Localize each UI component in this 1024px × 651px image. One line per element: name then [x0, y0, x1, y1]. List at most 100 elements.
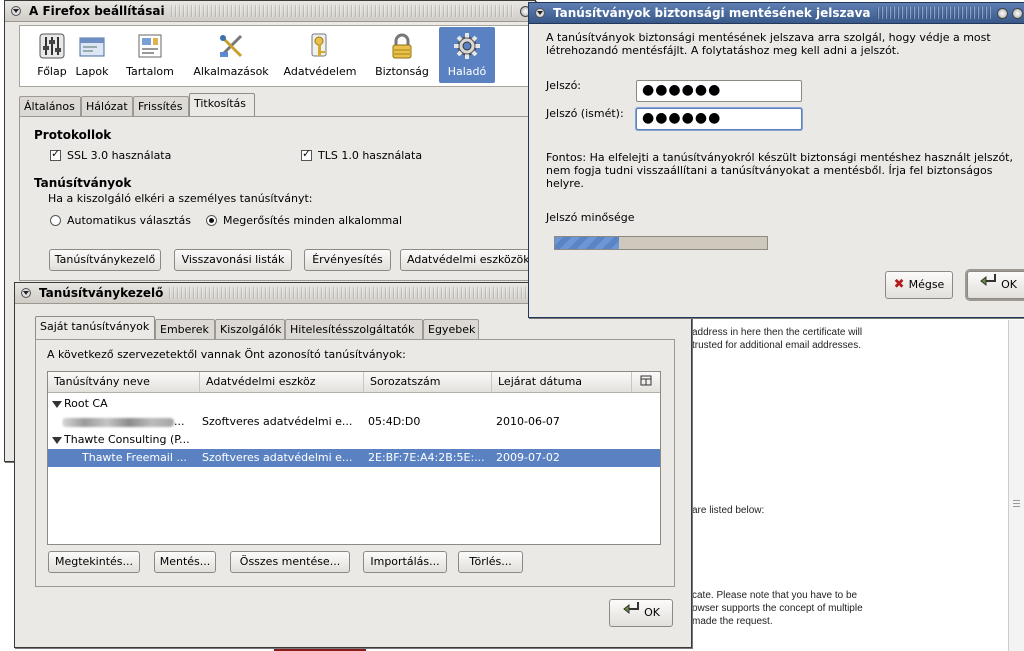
- auto-select-label: Automatikus választás: [67, 214, 191, 227]
- expanded-twisty-icon[interactable]: [52, 401, 62, 408]
- delete-button[interactable]: Törlés...: [458, 551, 523, 573]
- toolbar-label: Alkalmazások: [193, 65, 269, 78]
- scrollbar-grip-icon: [1013, 500, 1020, 508]
- column-header[interactable]: Tanúsítvány neve: [48, 372, 200, 393]
- tree-row-cert-selected[interactable]: Thawte Freemail ... Szoftveres adatvédel…: [48, 449, 660, 467]
- cancel-button[interactable]: ✖ Mégse: [885, 271, 953, 299]
- cert-description: A következő szervezetektől vannak Önt az…: [47, 348, 406, 361]
- tab-general[interactable]: Általános: [19, 96, 81, 116]
- ssl3-checkbox[interactable]: [50, 147, 61, 161]
- cert-manager-ok-button[interactable]: OK: [609, 599, 673, 627]
- password-again-field[interactable]: ●●●●●●: [636, 108, 802, 130]
- tab-others[interactable]: Egyebek: [423, 319, 479, 339]
- background-text: are listed below:: [692, 505, 765, 516]
- group-name: Root CA: [52, 395, 352, 413]
- toolbar-label: Tartalom: [126, 65, 174, 78]
- backup-dialog-titlebar[interactable]: Tanúsítványok biztonsági mentésének jels…: [529, 3, 1024, 24]
- cert-name-cell: ...: [62, 413, 202, 431]
- toolbar-tabs[interactable]: Lapok: [61, 27, 123, 83]
- cancel-x-icon: ✖: [893, 277, 905, 292]
- security-devices-button[interactable]: Adatvédelmi eszközök: [400, 249, 535, 271]
- toolbar-security[interactable]: Biztonság: [369, 27, 435, 83]
- tab-update[interactable]: Frissítés: [133, 96, 189, 116]
- tree-row-group[interactable]: Thawte Consulting (P...: [48, 431, 660, 449]
- padlock-icon: [392, 33, 412, 59]
- intro-text: létrehozandó mentésfájlt. A folytatáshoz…: [546, 44, 900, 57]
- applications-icon: [219, 34, 243, 58]
- cert-tabs: Saját tanúsítványok Emberek Kiszolgálók …: [35, 316, 675, 340]
- tab-encryption[interactable]: Titkosítás: [189, 93, 255, 116]
- gear-icon: [454, 33, 480, 59]
- tab-authorities[interactable]: Hitelesítésszolgáltatók: [285, 319, 423, 339]
- expanded-twisty-icon[interactable]: [52, 437, 62, 444]
- revocation-lists-button[interactable]: Visszavonási listák: [174, 249, 292, 271]
- toolbar-applications[interactable]: Alkalmazások: [193, 27, 269, 83]
- password-again-label: Jelszó (ismét):: [546, 107, 624, 120]
- password-label: Jelszó:: [546, 79, 582, 92]
- cert-device-cell: Szoftveres adatvédelmi e...: [202, 415, 353, 428]
- window-title: Tanúsítványok biztonsági mentésének jels…: [553, 6, 871, 20]
- ok-label: OK: [644, 606, 660, 619]
- window-menu-icon[interactable]: [21, 288, 31, 298]
- cert-device-cell: Szoftveres adatvédelmi e...: [202, 451, 353, 464]
- import-button[interactable]: Importálás...: [363, 551, 447, 573]
- warning-text: helyre.: [546, 177, 584, 190]
- column-header[interactable]: Lejárat dátuma: [492, 372, 632, 393]
- close-icon[interactable]: [1012, 7, 1023, 19]
- toolbar-content[interactable]: Tartalom: [119, 27, 181, 83]
- view-button[interactable]: Megtekintés...: [48, 551, 140, 573]
- privacy-key-icon: [311, 33, 327, 57]
- view-certificates-button[interactable]: Tanúsítványkezelő: [49, 249, 161, 271]
- toolbar-advanced[interactable]: Haladó: [439, 27, 495, 83]
- background-text: trusted for additional email addresses.: [692, 340, 861, 351]
- tab-your-certificates[interactable]: Saját tanúsítványok: [35, 316, 155, 339]
- toolbar-privacy[interactable]: Adatvédelem: [281, 27, 359, 83]
- window-menu-icon[interactable]: [535, 8, 545, 18]
- certificate-manager-window: Tanúsítványkezelő Saját tanúsítványok Em…: [14, 282, 692, 648]
- backup-all-button[interactable]: Összes mentése...: [230, 551, 350, 573]
- background-scrollbar[interactable]: [1008, 320, 1024, 651]
- certificates-prompt: Ha a kiszolgáló elkéri a személyes tanús…: [48, 192, 313, 205]
- window-menu-icon[interactable]: [11, 6, 21, 16]
- tree-row-group[interactable]: Root CA: [48, 395, 660, 413]
- tree-row-cert[interactable]: ... Szoftveres adatvédelmi e... 05:4D:D0…: [48, 413, 660, 431]
- titlebar-grip: [876, 7, 991, 19]
- group-label: Thawte Consulting (P...: [64, 433, 190, 446]
- toolbar-label: Adatvédelem: [283, 65, 357, 78]
- cancel-label: Mégse: [908, 278, 945, 291]
- minimize-icon[interactable]: [997, 7, 1008, 19]
- window-title: A Firefox beállításai: [29, 4, 165, 18]
- background-text: cate. Please note that you have to be: [692, 590, 858, 601]
- tls1-checkbox[interactable]: [301, 147, 312, 161]
- password-quality-fill: [555, 237, 619, 249]
- tab-people[interactable]: Emberek: [155, 319, 215, 339]
- background-text: address in here then the certificate wil…: [692, 327, 863, 338]
- cert-name-cell: Thawte Freemail ...: [82, 451, 187, 464]
- password-quality-label: Jelszó minősége: [546, 211, 635, 224]
- validation-button[interactable]: Érvényesítés: [304, 249, 391, 271]
- column-header[interactable]: Adatvédelmi eszköz: [200, 372, 364, 393]
- group-name: Thawte Consulting (P...: [52, 431, 200, 449]
- group-label: Root CA: [64, 397, 108, 410]
- toolbar-label: Biztonság: [375, 65, 429, 78]
- ok-arrow-icon: [622, 600, 640, 626]
- tab-servers[interactable]: Kiszolgálók: [215, 319, 285, 339]
- tab-network[interactable]: Hálózat: [81, 96, 133, 116]
- backup-button[interactable]: Mentés...: [154, 551, 216, 573]
- protocols-heading: Protokollok: [34, 128, 112, 142]
- certificates-heading: Tanúsítványok: [34, 176, 132, 190]
- background-text: made the request.: [692, 616, 773, 627]
- auto-select-radio[interactable]: [50, 215, 61, 226]
- column-picker-icon[interactable]: [632, 372, 660, 393]
- password-field[interactable]: ●●●●●●: [636, 80, 802, 102]
- advanced-tabs: Általános Hálózat Frissítés Titkosítás: [19, 93, 535, 117]
- preferences-titlebar[interactable]: A Firefox beállításai: [5, 1, 535, 22]
- cert-expiry-cell: 2009-07-02: [496, 451, 560, 464]
- cert-serial-cell: 05:4D:D0: [368, 415, 421, 428]
- ask-every-time-radio[interactable]: [206, 215, 217, 226]
- ok-label: OK: [1001, 278, 1017, 291]
- column-header[interactable]: Sorozatszám: [364, 372, 492, 393]
- certificate-tree[interactable]: Tanúsítvány neve Adatvédelmi eszköz Soro…: [47, 371, 661, 545]
- backup-ok-button[interactable]: OK: [967, 271, 1024, 299]
- tabs-icon: [79, 37, 105, 57]
